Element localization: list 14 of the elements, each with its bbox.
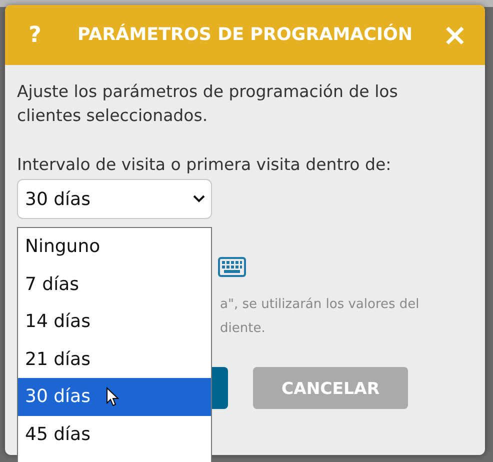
cursor-icon xyxy=(106,387,119,408)
note-text: a", se utilizarán los valores del diente. xyxy=(220,296,420,338)
dropdown-option[interactable]: 21 días xyxy=(18,340,211,378)
description-text: Ajuste los parámetros de programación de los clientes seleccionados. xyxy=(17,81,399,127)
interval-select[interactable]: 30 días xyxy=(17,179,212,219)
chevron-icon xyxy=(193,195,205,203)
field-label: Intervalo de visita o primera visita dentro de: xyxy=(17,154,392,176)
keyboard-icon[interactable] xyxy=(218,257,246,277)
dropdown-option[interactable]: Ninguno xyxy=(18,228,211,266)
dialog-title: PARÁMETROS DE PROGRAMACIÓN xyxy=(76,25,414,45)
dropdown-option[interactable]: 30 días xyxy=(18,378,211,416)
dropdown-option[interactable]: 7 días xyxy=(18,266,211,304)
dropdown-option[interactable]: 14 días xyxy=(18,303,211,341)
dropdown-option[interactable]: 45 días xyxy=(18,416,211,454)
